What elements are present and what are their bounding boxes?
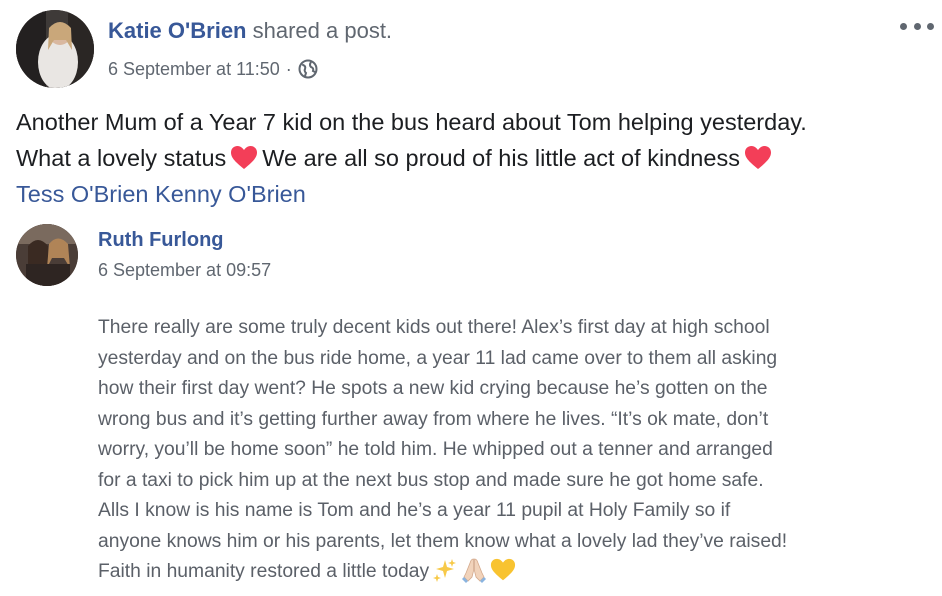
post-text-fragment: We are all so proud of his little act of… [262,145,740,171]
facebook-post: Katie O'Brien shared a post. 6 September… [0,0,942,596]
post-meta: 6 September at 11:50 · [108,56,318,82]
post-header: Katie O'Brien shared a post. [108,15,392,47]
post-body: Another Mum of a Year 7 kid on the bus h… [16,104,936,212]
meta-separator: · [285,59,292,79]
shared-text-line: Faith in humanity restored a little toda… [98,557,938,588]
shared-author-name[interactable]: Ruth Furlong [98,226,224,254]
shared-post-body: There really are some truly decent kids … [98,313,938,588]
shared-text-line: for a taxi to pick him up at the next bu… [98,469,764,491]
tag-tess-obrien[interactable]: Tess O'Brien [16,181,148,207]
shared-text-line: There really are some truly decent kids … [98,317,770,338]
yellow-heart-icon [490,557,516,583]
tag-kenny-obrien[interactable]: Kenny O'Brien [155,181,306,207]
post-text-line: Another Mum of a Year 7 kid on the bus h… [16,109,807,135]
post-action-text: shared a post. [252,18,393,43]
post-timestamp[interactable]: 6 September at 11:50 [108,56,280,82]
author-name[interactable]: Katie O'Brien [108,18,247,43]
sparkles-icon [432,557,458,583]
shared-text-line: anyone knows him or his parents, let the… [98,530,788,552]
shared-timestamp[interactable]: 6 September at 09:57 [98,257,271,283]
shared-text-line: wrong bus and it’s getting further away … [98,408,769,430]
shared-text-line: worry, you’ll be home soon” he told him.… [98,439,773,460]
shared-text-line: how their first day went? He spots a new… [98,378,768,399]
praying-hands-icon [461,557,487,583]
more-options-icon[interactable] [900,18,934,34]
post-text-line: What a lovely status We are all so proud … [16,140,936,176]
shared-author-avatar[interactable] [16,224,78,286]
shared-text-line: yesterday and on the bus ride home, a ye… [98,347,778,369]
red-heart-icon [744,145,772,171]
shared-text-fragment: Faith in humanity restored a little toda… [98,561,430,582]
shared-text-line: Alls I know is his name is Tom and he’s … [98,500,731,521]
author-avatar[interactable] [16,10,94,88]
globe-icon[interactable] [298,59,318,79]
red-heart-icon [230,145,258,171]
post-text-fragment: What a lovely status [16,145,227,171]
tagged-people: Tess O'Brien Kenny O'Brien [16,176,936,212]
